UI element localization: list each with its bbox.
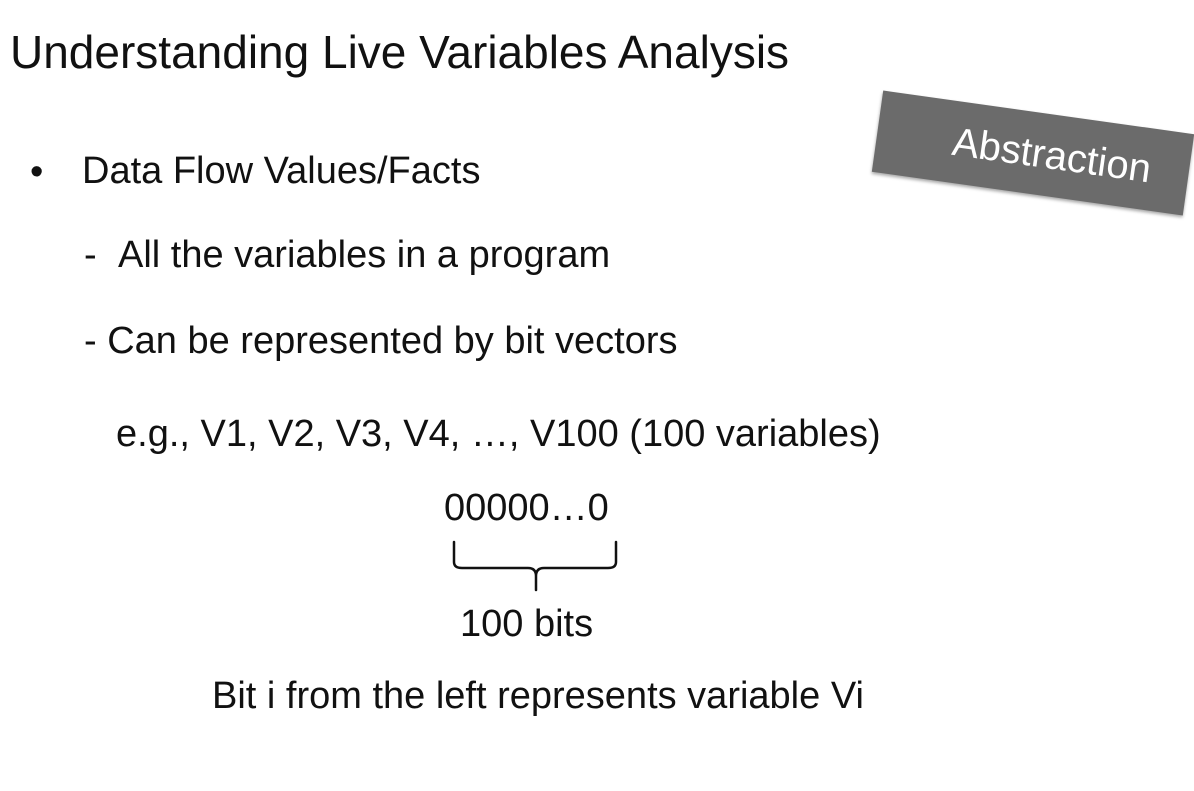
bits-count-label: 100 bits <box>460 603 594 645</box>
slide: Understanding Live Variables Analysis Ab… <box>0 0 1194 791</box>
abstraction-badge-label: Abstraction <box>949 119 1154 191</box>
bullet-text: Data Flow Values/Facts <box>82 150 481 192</box>
abstraction-badge: Abstraction <box>871 90 1194 216</box>
bit-explanation: Bit i from the left represents variable … <box>212 675 864 717</box>
sub-item-bit-vectors: - Can be represented by bit vectors <box>84 320 678 362</box>
sub-item-variables: - All the variables in a program <box>84 232 610 278</box>
sub-item-variables-text: All the variables in a program <box>118 234 611 276</box>
sub-item-dash: - <box>84 234 97 276</box>
bit-vector: 00000…0 <box>444 487 609 529</box>
underbrace-icon <box>452 540 618 592</box>
slide-title: Understanding Live Variables Analysis <box>10 26 790 78</box>
bullet-marker: • <box>30 151 44 193</box>
example-variables: e.g., V1, V2, V3, V4, …, V100 (100 varia… <box>116 413 881 455</box>
